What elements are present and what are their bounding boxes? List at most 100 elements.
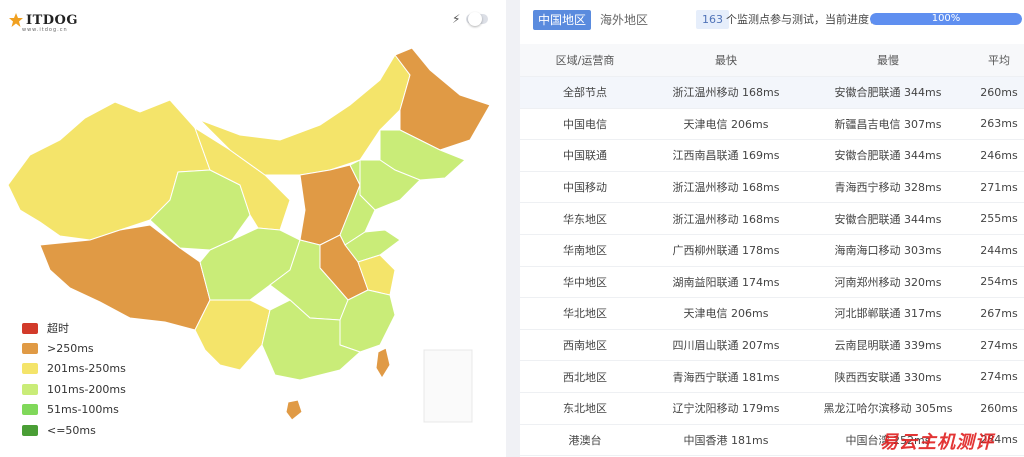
toggle-switch[interactable] bbox=[466, 12, 489, 26]
progress-text: 个监测点参与测试，当前进度： bbox=[726, 13, 880, 26]
cell-region: 中国移动 bbox=[563, 181, 607, 195]
table-row[interactable]: 华东地区 浙江温州移动 168ms 安徽合肥联通 344ms 255ms bbox=[520, 203, 1024, 235]
table-row[interactable]: 华北地区 天津电信 206ms 河北邯郸联通 317ms 267ms bbox=[520, 298, 1024, 330]
mode-toggle[interactable]: ⚡ bbox=[452, 12, 489, 26]
legend-item[interactable]: >250ms bbox=[22, 338, 126, 358]
legend-label: >250ms bbox=[47, 342, 94, 356]
table-row[interactable]: 中国电信 天津电信 206ms 新疆昌吉电信 307ms 263ms bbox=[520, 109, 1024, 141]
cell-region: 港澳台 bbox=[568, 433, 602, 447]
legend-item[interactable]: 超时 bbox=[22, 318, 126, 338]
cell-slowest: 新疆昌吉电信 307ms bbox=[834, 117, 942, 131]
south-china-sea-inset bbox=[423, 349, 473, 423]
column-header-fastest[interactable]: 最快 bbox=[650, 52, 802, 68]
cell-average: 246ms bbox=[980, 148, 1018, 162]
cell-region: 华中地区 bbox=[563, 275, 607, 289]
table-header: 区域/运营商 最快 最慢 平均 bbox=[520, 44, 1024, 77]
legend-swatch bbox=[22, 404, 38, 416]
cell-slowest: 安徽合肥联通 344ms bbox=[834, 149, 942, 163]
progress-label: 100% bbox=[931, 13, 961, 24]
legend-label: 201ms-250ms bbox=[47, 362, 126, 376]
cell-slowest: 云南昆明联通 339ms bbox=[834, 339, 942, 353]
legend-swatch bbox=[22, 383, 38, 395]
star-icon bbox=[9, 13, 23, 27]
cell-fastest: 浙江温州移动 168ms bbox=[672, 212, 780, 226]
legend-item[interactable]: 101ms-200ms bbox=[22, 379, 126, 399]
legend-swatch bbox=[22, 363, 38, 375]
bolt-icon: ⚡ bbox=[452, 12, 461, 26]
column-header-average[interactable]: 平均 bbox=[974, 52, 1024, 68]
legend-label: 超时 bbox=[47, 322, 69, 336]
cell-fastest: 湖南益阳联通 174ms bbox=[672, 275, 780, 289]
legend-label: <=50ms bbox=[47, 423, 96, 437]
cell-average: 260ms bbox=[980, 85, 1018, 99]
table-row[interactable]: 华中地区 湖南益阳联通 174ms 河南郑州移动 320ms 254ms bbox=[520, 267, 1024, 299]
cell-average: 267ms bbox=[980, 306, 1018, 320]
table-row[interactable]: 华南地区 广西柳州联通 178ms 海南海口移动 303ms 244ms bbox=[520, 235, 1024, 267]
table-row[interactable]: 中国联通 江西南昌联通 169ms 安徽合肥联通 344ms 246ms bbox=[520, 140, 1024, 172]
table-row[interactable]: 中国移动 浙江温州移动 168ms 青海西宁移动 328ms 271ms bbox=[520, 172, 1024, 204]
toggle-knob bbox=[468, 12, 483, 26]
legend: 超时 >250ms 201ms-250ms 101ms-200ms 51ms-1… bbox=[22, 318, 126, 440]
cell-fastest: 浙江温州移动 168ms bbox=[672, 86, 780, 100]
cell-region: 西北地区 bbox=[563, 370, 607, 384]
map-panel: ITDOG www.itdog.cn ⚡ 超时 >250ms 201ms-250… bbox=[0, 0, 506, 457]
cell-fastest: 浙江温州移动 168ms bbox=[672, 181, 780, 195]
cell-fastest: 辽宁沈阳移动 179ms bbox=[672, 402, 780, 416]
tab-china[interactable]: 中国地区 bbox=[533, 10, 592, 30]
tab-overseas[interactable]: 海外地区 bbox=[595, 10, 653, 30]
province-yunnan bbox=[194, 299, 271, 371]
column-header-region[interactable]: 区域/运营商 bbox=[520, 52, 650, 68]
legend-label: 101ms-200ms bbox=[47, 382, 126, 396]
cell-fastest: 天津电信 206ms bbox=[683, 307, 769, 321]
table-row[interactable]: 西北地区 青海西宁联通 181ms 陕西西安联通 330ms 274ms bbox=[520, 361, 1024, 393]
node-count-badge: 163 bbox=[696, 10, 729, 29]
cell-region: 西南地区 bbox=[563, 339, 607, 353]
cell-slowest: 海南海口移动 303ms bbox=[834, 244, 942, 258]
app-root: ITDOG www.itdog.cn ⚡ 超时 >250ms 201ms-250… bbox=[0, 0, 1024, 457]
logo[interactable]: ITDOG bbox=[8, 12, 78, 28]
legend-swatch bbox=[22, 343, 38, 355]
cell-region: 华东地区 bbox=[563, 212, 607, 226]
cell-region: 华北地区 bbox=[563, 307, 607, 321]
watermark: 易云主机测评 bbox=[880, 432, 994, 453]
results-toolbar: 中国地区 海外地区 163 个监测点参与测试，当前进度： 100% bbox=[520, 0, 1024, 40]
cell-average: 255ms bbox=[980, 212, 1018, 226]
cell-region: 中国电信 bbox=[563, 117, 607, 131]
cell-slowest: 青海西宁移动 328ms bbox=[834, 181, 942, 195]
cell-average: 274ms bbox=[980, 338, 1018, 352]
cell-average: 263ms bbox=[980, 117, 1018, 131]
table-row[interactable]: 全部节点 浙江温州移动 168ms 安徽合肥联通 344ms 260ms bbox=[520, 77, 1024, 109]
legend-swatch bbox=[22, 322, 38, 334]
cell-average: 271ms bbox=[980, 180, 1018, 194]
cell-fastest: 青海西宁联通 181ms bbox=[672, 370, 780, 384]
results-table: 区域/运营商 最快 最慢 平均 全部节点 浙江温州移动 168ms 安徽合肥联通 3… bbox=[520, 44, 1024, 457]
cell-region: 中国联通 bbox=[563, 149, 607, 163]
legend-label: 51ms-100ms bbox=[47, 403, 119, 417]
cell-slowest: 黑龙江哈尔滨移动 305ms bbox=[823, 402, 953, 416]
province-hainan bbox=[285, 399, 303, 421]
progress-bar: 100% bbox=[870, 13, 1022, 25]
cell-slowest: 陕西西安联通 330ms bbox=[834, 370, 942, 384]
logo-text: ITDOG bbox=[26, 12, 78, 28]
cell-region: 全部节点 bbox=[563, 86, 607, 100]
cell-slowest: 河北邯郸联通 317ms bbox=[834, 307, 942, 321]
cell-average: 254ms bbox=[980, 275, 1018, 289]
cell-region: 东北地区 bbox=[563, 402, 607, 416]
cell-fastest: 江西南昌联通 169ms bbox=[672, 149, 780, 163]
panel-divider bbox=[506, 0, 520, 457]
column-header-slowest[interactable]: 最慢 bbox=[802, 52, 974, 68]
cell-fastest: 广西柳州联通 178ms bbox=[672, 244, 780, 258]
legend-item[interactable]: <=50ms bbox=[22, 420, 126, 440]
table-row[interactable]: 西南地区 四川眉山联通 207ms 云南昆明联通 339ms 274ms bbox=[520, 330, 1024, 362]
table-row[interactable]: 东北地区 辽宁沈阳移动 179ms 黑龙江哈尔滨移动 305ms 260ms bbox=[520, 393, 1024, 425]
cell-slowest: 河南郑州移动 320ms bbox=[834, 275, 942, 289]
legend-item[interactable]: 201ms-250ms bbox=[22, 359, 126, 379]
cell-average: 244ms bbox=[980, 243, 1018, 257]
legend-item[interactable]: 51ms-100ms bbox=[22, 400, 126, 420]
cell-slowest: 安徽合肥联通 344ms bbox=[834, 86, 942, 100]
results-panel: 中国地区 海外地区 163 个监测点参与测试，当前进度： 100% 区域/运营商… bbox=[520, 0, 1024, 457]
logo-subtitle: www.itdog.cn bbox=[22, 27, 68, 33]
cell-average: 274ms bbox=[980, 370, 1018, 384]
cell-fastest: 四川眉山联通 207ms bbox=[672, 339, 780, 353]
cell-slowest: 安徽合肥联通 344ms bbox=[834, 212, 942, 226]
